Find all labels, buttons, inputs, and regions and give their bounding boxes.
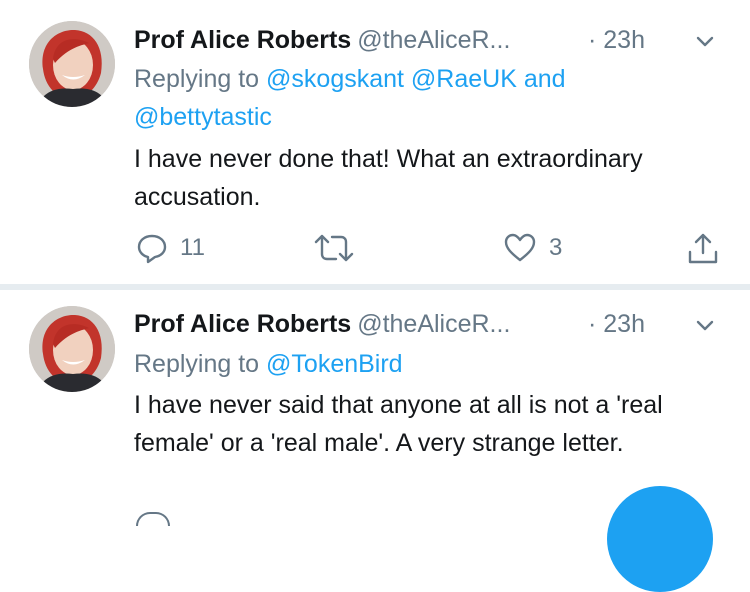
author-handle[interactable]: @theAliceR... <box>357 310 510 338</box>
retweet-icon <box>314 234 354 262</box>
chevron-down-icon[interactable] <box>694 314 716 336</box>
like-count: 3 <box>549 234 563 261</box>
share-icon <box>688 233 718 264</box>
reply-count: 11 <box>180 234 205 261</box>
mention-link[interactable]: @TokenBird <box>266 350 403 378</box>
replying-to-label: Replying to <box>134 350 260 378</box>
timestamp[interactable]: · 23h <box>588 307 645 341</box>
replying-to: Replying to @TokenBird <box>134 345 714 383</box>
tweet-header: Prof Alice Roberts @theAliceR... <box>134 23 510 57</box>
chevron-down-icon[interactable] <box>694 30 716 52</box>
replying-to: Replying to @skogskant @RaeUK and @betty… <box>134 60 714 136</box>
compose-fab[interactable] <box>607 486 713 592</box>
reply-button[interactable]: 11 <box>136 232 205 264</box>
tweet-header: Prof Alice Roberts @theAliceR... <box>134 307 510 341</box>
mention-link[interactable]: @skogskant @RaeUK <box>266 65 517 93</box>
mention-and[interactable]: and <box>524 65 566 93</box>
heart-icon <box>504 233 536 262</box>
timestamp[interactable]: · 23h <box>588 23 645 57</box>
author-name[interactable]: Prof Alice Roberts <box>134 310 351 338</box>
retweet-button[interactable] <box>314 232 354 264</box>
share-button[interactable] <box>686 232 720 266</box>
like-button[interactable]: 3 <box>503 232 562 264</box>
tweet-text: I have never said that anyone at all is … <box>134 391 663 457</box>
author-handle[interactable]: @theAliceR... <box>357 26 510 54</box>
replying-to-label: Replying to <box>134 65 260 93</box>
author-name[interactable]: Prof Alice Roberts <box>134 26 351 54</box>
reply-icon <box>137 234 167 264</box>
avatar[interactable] <box>29 21 115 107</box>
avatar[interactable] <box>29 306 115 392</box>
mention-link[interactable]: @bettytastic <box>134 103 272 131</box>
tweet-text: I have never done that! What an extraord… <box>134 145 643 211</box>
